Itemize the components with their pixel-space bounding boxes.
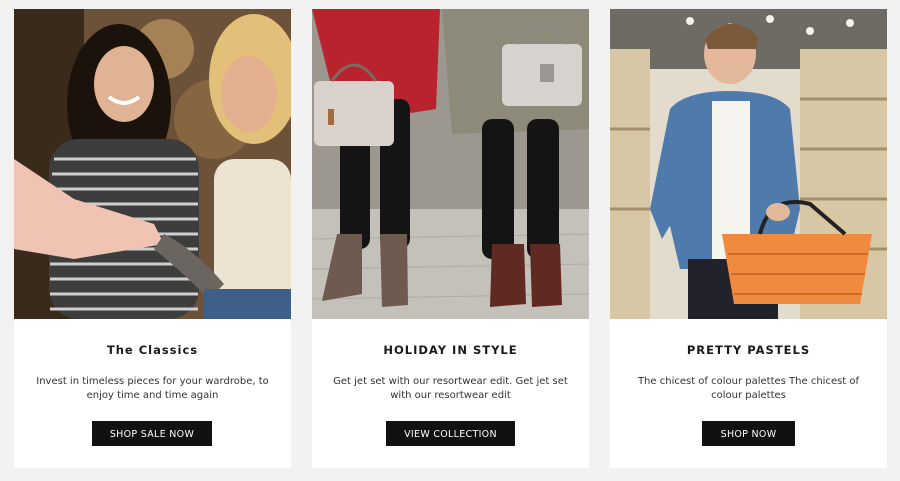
promo-card-pastels: PRETTY PASTELS The chicest of colour pal… [610, 9, 887, 468]
promo-card-holiday: HOLIDAY IN STYLE Get jet set with our re… [312, 9, 589, 468]
man-with-shopping-basket-photo[interactable] [610, 9, 887, 319]
card-description: Invest in timeless pieces for your wardr… [36, 376, 269, 401]
view-collection-button[interactable]: VIEW COLLECTION [386, 421, 515, 446]
card-description: Get jet set with our resortwear edit. Ge… [333, 376, 568, 401]
card-title: The Classics [106, 343, 199, 357]
shop-sale-now-button[interactable]: SHOP SALE NOW [92, 421, 212, 446]
promo-cards-section: The Classics Invest in timeless pieces f… [0, 0, 900, 481]
card-description: The chicest of colour palettes The chice… [637, 376, 860, 401]
legs-with-handbags-photo[interactable] [312, 9, 589, 319]
card-title: PRETTY PASTELS [686, 343, 811, 357]
promo-card-classics: The Classics Invest in timeless pieces f… [14, 9, 291, 468]
shop-now-button[interactable]: SHOP NOW [702, 421, 795, 446]
two-women-shopping-photo[interactable] [14, 9, 291, 319]
card-title: HOLIDAY IN STYLE [383, 343, 518, 357]
